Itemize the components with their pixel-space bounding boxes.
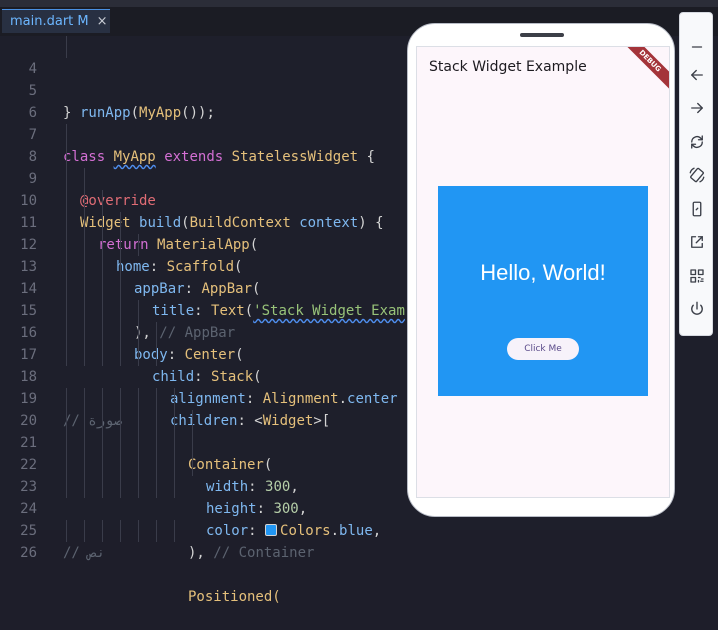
minimize-icon[interactable]	[685, 35, 709, 59]
qr-code-icon[interactable]	[685, 264, 709, 288]
rotate-screen-icon[interactable]	[685, 163, 709, 187]
back-icon[interactable]	[685, 63, 709, 87]
phone-icon[interactable]	[685, 197, 709, 221]
close-icon[interactable]: ×	[97, 14, 108, 29]
device-screen[interactable]: Stack Widget Example DEBUG Hello, World!…	[416, 46, 670, 498]
code-text: ), // Container	[188, 545, 315, 561]
rotate-icon[interactable]	[685, 130, 709, 154]
hello-text: Hello, World!	[480, 260, 606, 285]
click-me-button[interactable]: Click Me	[507, 338, 579, 360]
open-external-icon[interactable]	[685, 230, 709, 254]
device-emulator: Stack Widget Example DEBUG Hello, World!…	[407, 23, 675, 517]
code-text: Positioned(	[188, 589, 281, 605]
app-bar-title: Stack Widget Example	[429, 59, 587, 75]
device-speaker	[520, 33, 564, 37]
emulator-toolbar	[679, 12, 713, 336]
line-number: 26	[20, 545, 37, 561]
forward-icon[interactable]	[685, 96, 709, 120]
code-line: 26 Positioned(	[0, 520, 718, 605]
tab-main-dart[interactable]: main.dart M ×	[2, 9, 110, 33]
debug-banner: DEBUG	[618, 47, 669, 93]
code-text: // نص	[63, 545, 106, 561]
tab-label: main.dart M	[10, 14, 89, 29]
blue-container: Hello, World! Click Me	[438, 186, 648, 396]
power-icon[interactable]	[685, 297, 709, 321]
